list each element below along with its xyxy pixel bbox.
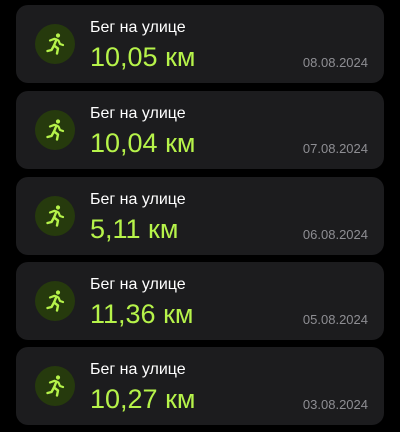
workout-distance: 10,05 км	[90, 42, 196, 72]
workout-type-badge	[35, 110, 75, 150]
workout-type-badge	[35, 366, 75, 406]
workout-card[interactable]: Бег на улице 10,04 км 07.08.2024	[16, 91, 384, 169]
workout-card[interactable]: Бег на улице 5,11 км 06.08.2024	[16, 177, 384, 255]
workout-title: Бег на улице	[90, 361, 186, 378]
workout-type-badge	[35, 196, 75, 236]
running-icon	[43, 374, 67, 398]
workout-distance: 11,36 км	[90, 299, 194, 329]
workout-distance: 5,11 км	[90, 214, 179, 244]
workout-date: 08.08.2024	[302, 55, 368, 70]
workout-card[interactable]: Бег на улице 10,05 км 08.08.2024	[16, 5, 384, 83]
workout-distance: 10,27 км	[90, 384, 196, 414]
workout-card[interactable]: Бег на улице 10,27 км 03.08.2024	[16, 347, 384, 425]
workout-title: Бег на улице	[90, 276, 186, 293]
running-icon	[43, 118, 67, 142]
workout-type-badge	[35, 281, 75, 321]
workout-date: 07.08.2024	[302, 141, 368, 156]
workout-date: 03.08.2024	[302, 397, 368, 412]
workout-date: 06.08.2024	[302, 227, 368, 242]
workout-distance: 10,04 км	[90, 128, 196, 158]
workout-type-badge	[35, 24, 75, 64]
workout-list: Бег на улице 10,05 км 08.08.2024 Бег на …	[0, 0, 400, 432]
workout-title: Бег на улице	[90, 19, 186, 36]
running-icon	[43, 32, 67, 56]
workout-card[interactable]: Бег на улице 11,36 км 05.08.2024	[16, 262, 384, 340]
running-icon	[43, 289, 67, 313]
workout-title: Бег на улице	[90, 191, 186, 208]
workout-date: 05.08.2024	[302, 312, 368, 327]
running-icon	[43, 204, 67, 228]
workout-title: Бег на улице	[90, 105, 186, 122]
